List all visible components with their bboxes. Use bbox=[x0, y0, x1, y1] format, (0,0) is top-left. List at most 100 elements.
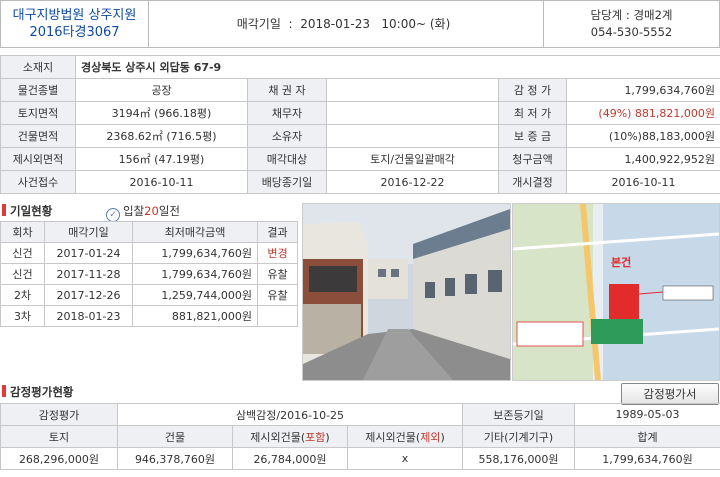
value-extra-included: 26,784,000원 bbox=[232, 447, 348, 470]
map-marker-label: 본건 bbox=[611, 255, 631, 269]
info-label: 감 정 가 bbox=[498, 78, 567, 102]
info-value bbox=[326, 124, 499, 148]
sale-date-separator: : bbox=[284, 17, 297, 31]
col-header-extra-excluded: 제시외건물(제외) bbox=[346, 425, 464, 448]
table-row: 268,296,000원 946,378,760원 26,784,000원 x … bbox=[0, 447, 720, 470]
sale-history-table: 회차 매각기일 최저매각금액 결과 신건 2017-01-24 1,799,63… bbox=[0, 221, 298, 327]
location-label: 소재지 bbox=[0, 55, 76, 79]
registration-date-label: 보존등기일 bbox=[462, 403, 576, 426]
info-label: 배당종기일 bbox=[247, 170, 327, 194]
info-label: 개시결정 bbox=[498, 170, 567, 194]
info-value: 공장 bbox=[75, 78, 248, 102]
value-other: 558,176,000원 bbox=[462, 447, 576, 470]
info-label: 매각대상 bbox=[247, 147, 327, 171]
table-row: 신건 2017-01-24 1,799,634,760원 변경 bbox=[0, 242, 298, 264]
header-text: ) bbox=[325, 430, 330, 444]
col-header-other: 기타(기계기구) bbox=[462, 425, 576, 448]
round-cell: 2차 bbox=[0, 284, 45, 306]
col-header: 매각기일 bbox=[44, 221, 133, 243]
price-cell: 1,799,634,760원 bbox=[132, 263, 258, 285]
table-header-row: 토지 건물 제시외건물(포함) 제시외건물(제외) 기타(기계기구) 합계 bbox=[0, 425, 720, 448]
court-name: 대구지방법원 상주지원 bbox=[12, 8, 137, 23]
date-cell: 2017-12-26 bbox=[44, 284, 133, 306]
table-row: 제시외면적 156㎡ (47.19평) 매각대상 토지/건물일괄매각 청구금액 … bbox=[0, 147, 720, 171]
badge-count: 20 bbox=[144, 204, 159, 218]
result-cell: 유찰 bbox=[257, 284, 298, 306]
court-info: 대구지방법원 상주지원 2016타경3067 bbox=[1, 1, 149, 47]
factory-photo-illustration bbox=[303, 204, 510, 380]
badge-suffix: 일전 bbox=[158, 204, 180, 218]
table-row: 감정평가 삼백감정/2016-10-25 보존등기일 1989-05-03 bbox=[0, 403, 720, 426]
badge-prefix: 입찰 bbox=[123, 204, 145, 218]
header-text: 제시외건물( bbox=[365, 430, 421, 444]
price-cell: 881,821,000원 bbox=[132, 305, 258, 327]
property-map[interactable]: 본건 bbox=[512, 203, 720, 381]
header-text: ) bbox=[440, 430, 445, 444]
table-row: 사건접수 2016-10-11 배당종기일 2016-12-22 개시결정 20… bbox=[0, 170, 720, 194]
table-row: 토지면적 3194㎡ (966.18평) 채무자 최 저 가 (49%) 881… bbox=[0, 101, 720, 125]
price-cell: 1,259,744,000원 bbox=[132, 284, 258, 306]
info-label: 건물면적 bbox=[0, 124, 76, 148]
info-value: 156㎡ (47.19평) bbox=[75, 147, 248, 171]
info-value: 2016-10-11 bbox=[565, 170, 720, 194]
table-header-row: 회차 매각기일 최저매각금액 결과 bbox=[0, 221, 298, 243]
info-label: 물건종별 bbox=[0, 78, 76, 102]
property-photo[interactable] bbox=[302, 203, 511, 381]
col-header-total: 합계 bbox=[574, 425, 720, 448]
table-row: 건물면적 2368.62㎡ (716.5평) 소유자 보 증 금 (10%)88… bbox=[0, 124, 720, 148]
col-header-land: 토지 bbox=[0, 425, 118, 448]
info-value: 3194㎡ (966.18평) bbox=[75, 101, 248, 125]
phone-number: 054-530-5552 bbox=[590, 25, 673, 39]
sale-date-label: 매각기일 bbox=[236, 17, 281, 31]
info-label: 보 증 금 bbox=[498, 124, 567, 148]
table-row: 소재지 경상북도 상주시 외답동 67-9 bbox=[0, 55, 720, 79]
appraisal-report-button[interactable]: 감정평가서 bbox=[621, 383, 719, 405]
appraisal-title-text: 감정평가현황 bbox=[10, 385, 74, 399]
value-land: 268,296,000원 bbox=[0, 447, 118, 470]
header-highlight: 제외 bbox=[420, 430, 441, 444]
minimum-price-value: (49%) 881,821,000원 bbox=[565, 101, 720, 125]
date-cell: 2018-01-23 bbox=[44, 305, 133, 327]
col-header: 회차 bbox=[0, 221, 45, 243]
registration-date-value: 1989-05-03 bbox=[574, 403, 720, 426]
info-value bbox=[326, 101, 499, 125]
table-row: 물건종별 공장 채 권 자 감 정 가 1,799,634,760원 bbox=[0, 78, 720, 102]
case-number: 2016타경3067 bbox=[29, 25, 120, 40]
appraisal-title: 감정평가현황 bbox=[2, 384, 73, 400]
appraisal-table: 감정평가 삼백감정/2016-10-25 보존등기일 1989-05-03 토지… bbox=[0, 403, 720, 470]
info-label: 채 권 자 bbox=[247, 78, 327, 102]
info-label: 최 저 가 bbox=[498, 101, 567, 125]
contact-info: 담당계 : 경매2계 054-530-5552 bbox=[543, 1, 719, 47]
col-header-extra-included: 제시외건물(포함) bbox=[232, 425, 348, 448]
history-title-text: 기일현황 bbox=[10, 204, 53, 218]
result-cell: 변경 bbox=[257, 242, 298, 264]
section-bar bbox=[2, 204, 6, 216]
sale-date: 매각기일 : 2018-01-23 10:00~ (화) bbox=[151, 1, 536, 47]
history-title: 기일현황 bbox=[2, 203, 52, 219]
info-value: (10%)88,183,000원 bbox=[565, 124, 720, 148]
info-value: 2368.62㎡ (716.5평) bbox=[75, 124, 248, 148]
info-value: 2016-10-11 bbox=[75, 170, 248, 194]
value-total: 1,799,634,760원 bbox=[574, 447, 720, 470]
round-cell: 신건 bbox=[0, 263, 45, 285]
info-label: 토지면적 bbox=[0, 101, 76, 125]
round-cell: 3차 bbox=[0, 305, 45, 327]
appraisal-org-label: 감정평가 bbox=[0, 403, 118, 426]
value-building: 946,378,760원 bbox=[117, 447, 233, 470]
result-cell: 유찰 bbox=[257, 263, 298, 285]
target-marker bbox=[609, 284, 639, 319]
info-value: 1,400,922,952원 bbox=[565, 147, 720, 171]
appraisal-org-value: 삼백감정/2016-10-25 bbox=[116, 403, 464, 426]
case-header: 대구지방법원 상주지원 2016타경3067 매각기일 : 2018-01-23… bbox=[0, 0, 720, 48]
table-row: 신건 2017-11-28 1,799,634,760원 유찰 bbox=[0, 263, 298, 285]
col-header: 결과 bbox=[257, 221, 298, 243]
round-cell: 신건 bbox=[0, 242, 45, 264]
info-value: 토지/건물일괄매각 bbox=[326, 147, 499, 171]
table-row: 3차 2018-01-23 881,821,000원 bbox=[0, 305, 298, 327]
info-label: 청구금액 bbox=[498, 147, 567, 171]
info-label: 제시외면적 bbox=[0, 147, 76, 171]
info-label: 사건접수 bbox=[0, 170, 76, 194]
result-cell bbox=[257, 305, 298, 327]
section-bar bbox=[2, 385, 6, 397]
info-value: 2016-12-22 bbox=[326, 170, 499, 194]
